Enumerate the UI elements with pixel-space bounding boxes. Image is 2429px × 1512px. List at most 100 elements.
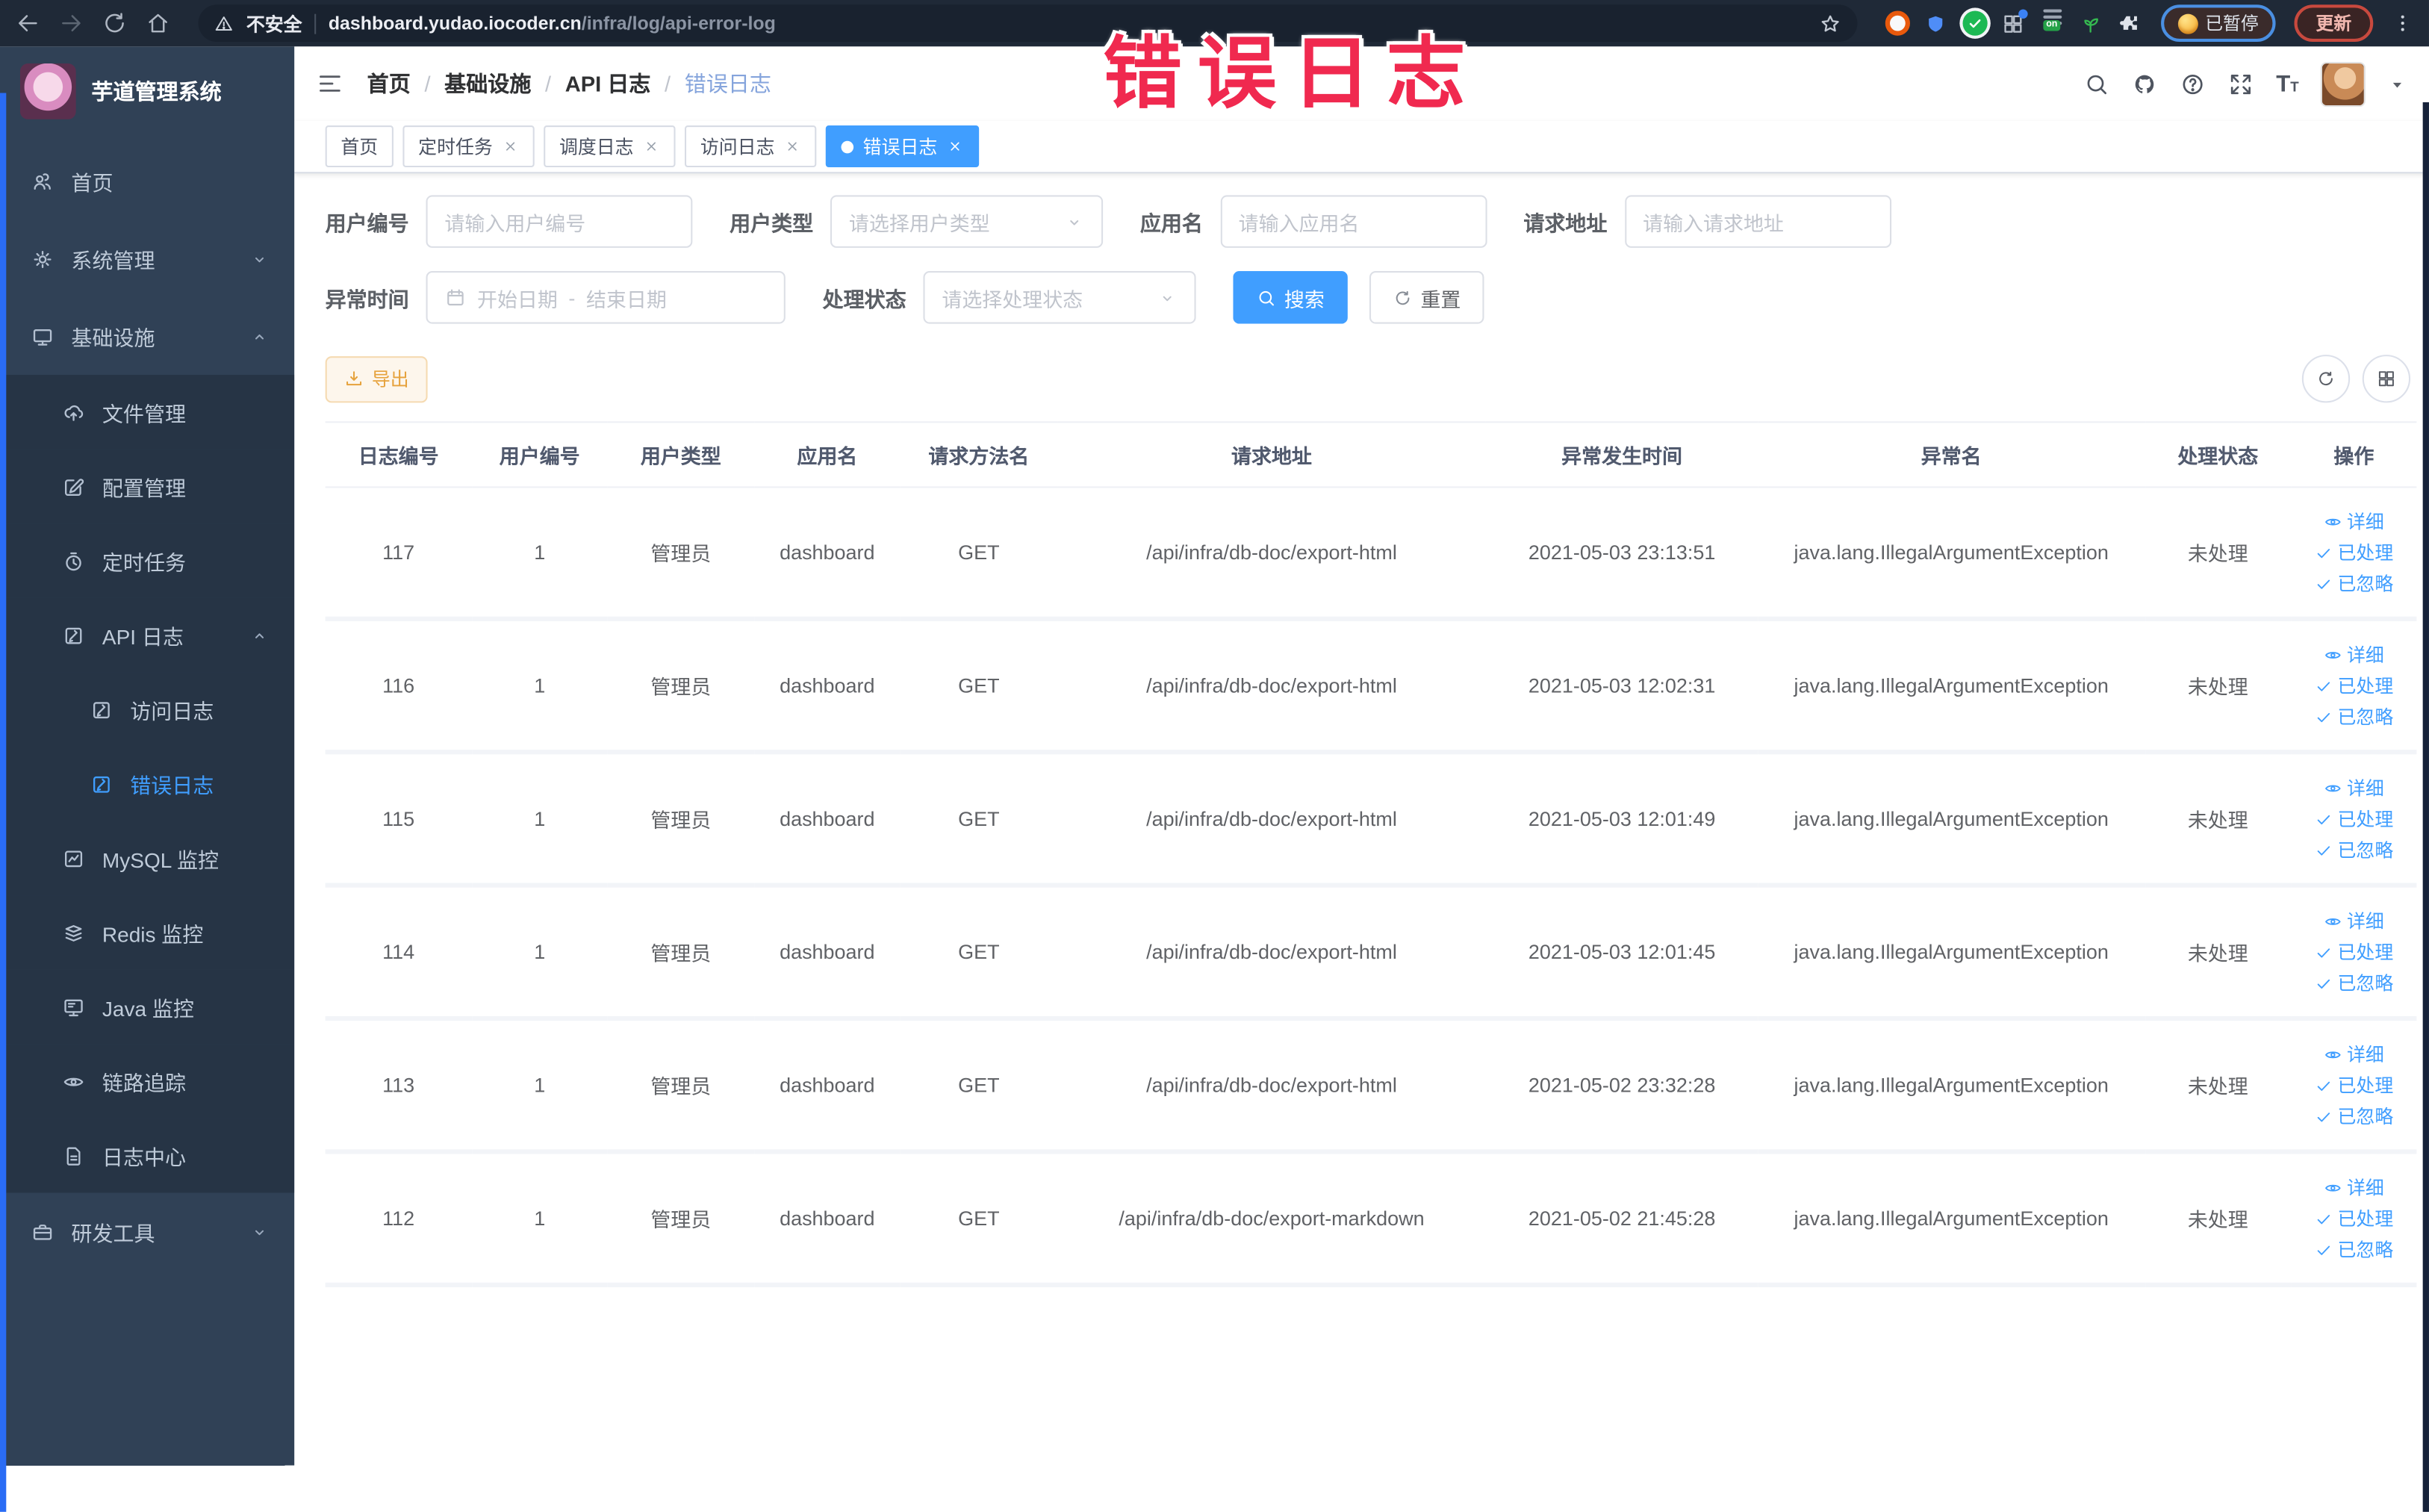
close-icon[interactable] [784, 138, 801, 155]
action-已忽略[interactable]: 已忽略 [2314, 570, 2393, 596]
sidebar-logo[interactable]: 芋道管理系统 [0, 46, 294, 136]
green-leaf-extension-icon[interactable] [2078, 11, 2103, 36]
user-type-select[interactable]: 请选择用户类型 [830, 195, 1104, 248]
github-icon[interactable] [2132, 70, 2158, 96]
action-已忽略[interactable]: 已忽略 [2314, 970, 2393, 996]
url-path: /infra/log/api-error-log [581, 12, 776, 34]
refresh-button[interactable] [2301, 355, 2351, 403]
sidebar-item-log-center[interactable]: 日志中心 [0, 1118, 295, 1193]
sidebar-item-job[interactable]: 定时任务 [0, 523, 295, 598]
orange-ring-extension-icon[interactable] [1884, 10, 1909, 36]
tab-首页[interactable]: 首页 [325, 125, 394, 168]
action-已处理[interactable]: 已处理 [2314, 539, 2393, 565]
request-url-input[interactable]: 请输入请求地址 [1624, 195, 1891, 248]
sidebar-item-infra[interactable]: 基础设施 [0, 297, 294, 375]
breadcrumb-item[interactable]: API 日志 [565, 68, 651, 99]
action-已忽略[interactable]: 已忽略 [2314, 1103, 2393, 1129]
action-详细[interactable]: 详细 [2324, 508, 2384, 534]
table-cell: 1 [471, 752, 608, 888]
sidebar-item-config[interactable]: 配置管理 [0, 449, 295, 524]
sidebar-item-system[interactable]: 系统管理 [0, 220, 294, 298]
green-check-extension-icon[interactable] [1962, 10, 1987, 36]
reload-icon[interactable] [102, 11, 127, 36]
table-cell: GET [900, 885, 1057, 1021]
sidebar-item-redis[interactable]: Redis 监控 [0, 895, 295, 970]
tab-访问日志[interactable]: 访问日志 [685, 125, 817, 168]
action-已处理[interactable]: 已处理 [2314, 1072, 2393, 1098]
font-size-icon[interactable]: TT [2276, 72, 2298, 95]
sidebar-item-access-log[interactable]: 访问日志 [0, 672, 295, 747]
blue-shield-extension-icon[interactable] [1923, 11, 1948, 36]
search-icon[interactable] [2084, 70, 2110, 96]
sidebar-item-mysql[interactable]: MySQL 监控 [0, 821, 295, 896]
action-已忽略[interactable]: 已忽略 [2314, 836, 2393, 862]
sidebar-item-error-log[interactable]: 错误日志 [0, 746, 295, 821]
timer-icon [66, 551, 81, 570]
sidebar-item-file[interactable]: 文件管理 [0, 375, 295, 449]
paused-badge[interactable]: 已暂停 [2160, 4, 2276, 43]
close-icon[interactable] [947, 138, 964, 155]
sidebar-item-home[interactable]: 首页 [0, 143, 294, 220]
action-label: 已忽略 [2337, 972, 2394, 995]
fullscreen-icon[interactable] [2228, 70, 2254, 96]
content: 用户编号 请输入用户编号 用户类型 请选择用户类型 应用名 请输入应用名 请求地址 请输入请求… [294, 173, 2429, 1465]
update-button[interactable]: 更新 [2294, 4, 2374, 43]
process-status-select[interactable]: 请选择处理状态 [923, 271, 1196, 324]
caret-down-icon[interactable] [2387, 74, 2407, 94]
sidebar-item-java[interactable]: Java 监控 [0, 969, 295, 1045]
tab-定时任务[interactable]: 定时任务 [402, 125, 535, 168]
action-详细[interactable]: 详细 [2324, 641, 2384, 668]
sidebar-item-label: 文件管理 [102, 402, 186, 426]
action-已处理[interactable]: 已处理 [2314, 1205, 2393, 1231]
breadcrumb-item[interactable]: 首页 [367, 68, 411, 99]
action-详细[interactable]: 详细 [2324, 1041, 2384, 1067]
close-icon[interactable] [502, 138, 519, 155]
close-icon[interactable] [643, 138, 660, 155]
action-已处理[interactable]: 已处理 [2314, 672, 2393, 698]
sidebar-item-dev-tools[interactable]: 研发工具 [0, 1192, 294, 1270]
actions-cell: 详细 已处理 已忽略 [2291, 1151, 2417, 1287]
home-icon[interactable] [146, 11, 170, 36]
filter-item: 处理状态 请选择处理状态 [823, 271, 1196, 324]
column-header: 异常发生时间 [1486, 421, 1758, 488]
check-icon [2317, 1112, 2330, 1121]
browser-menu-icon[interactable] [2392, 13, 2413, 34]
sidebar-item-api-log[interactable]: API 日志 [0, 597, 295, 673]
app-name-input[interactable]: 请输入应用名 [1219, 195, 1487, 248]
exception-time-daterange[interactable]: 开始日期 - 结束日期 [426, 271, 786, 324]
tab-错误日志[interactable]: 错误日志 [825, 125, 980, 168]
check-icon [2317, 1245, 2330, 1254]
puzzle-extension-icon[interactable] [2117, 11, 2142, 36]
on-badge-extension-icon[interactable]: on [2039, 11, 2064, 36]
action-已处理[interactable]: 已处理 [2314, 806, 2393, 832]
bookmark-star-icon[interactable] [1818, 12, 1841, 35]
table-cell: GET [900, 487, 1057, 621]
export-button[interactable]: 导出 [325, 355, 428, 402]
user-id-input[interactable]: 请输入用户编号 [426, 195, 693, 248]
grid-extension-icon[interactable] [2000, 9, 2027, 36]
back-icon[interactable] [16, 11, 40, 36]
action-详细[interactable]: 详细 [2324, 774, 2384, 800]
action-label: 已忽略 [2337, 839, 2394, 862]
action-详细[interactable]: 详细 [2324, 1175, 2384, 1201]
action-已忽略[interactable]: 已忽略 [2314, 703, 2393, 729]
tab-调度日志[interactable]: 调度日志 [544, 125, 676, 168]
hamburger-icon[interactable] [316, 69, 343, 97]
scrollbar-strip[interactable] [2422, 102, 2429, 1512]
sidebar-item-trace[interactable]: 链路追踪 [0, 1044, 295, 1119]
table-cell: 2021-05-02 21:45:28 [1486, 1151, 1758, 1287]
reset-button[interactable]: 重置 [1369, 271, 1484, 324]
column-settings-button[interactable] [2362, 355, 2411, 403]
table-cell: 113 [325, 1018, 472, 1154]
action-label: 详细 [2346, 910, 2384, 933]
search-button[interactable]: 搜索 [1233, 271, 1348, 324]
breadcrumb-item[interactable]: 基础设施 [444, 68, 531, 99]
avatar[interactable] [2320, 60, 2366, 107]
action-已处理[interactable]: 已处理 [2314, 939, 2393, 965]
address-bar[interactable]: 不安全 dashboard.yudao.iocoder.cn/infra/log… [198, 4, 1857, 43]
action-已忽略[interactable]: 已忽略 [2314, 1236, 2393, 1263]
action-label: 详细 [2346, 777, 2384, 800]
help-icon[interactable] [2180, 70, 2206, 96]
action-详细[interactable]: 详细 [2324, 908, 2384, 934]
forward-icon[interactable] [59, 11, 84, 36]
